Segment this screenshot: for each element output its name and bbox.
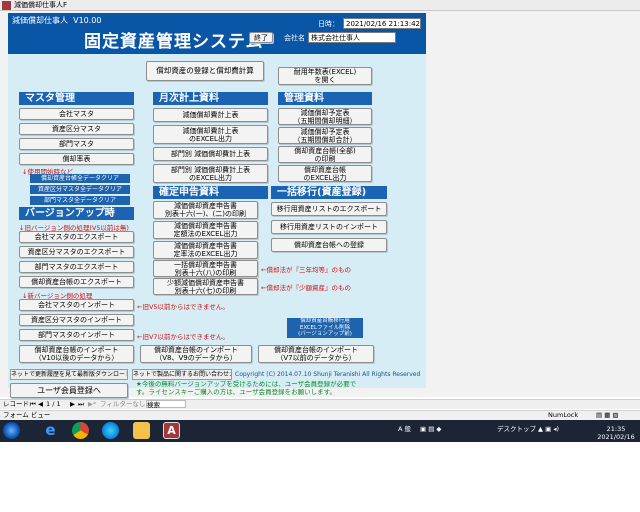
small-asset-tax-form-button[interactable]: 少額減価償却資産申告書 別表十六(七)の印刷 [153,278,258,295]
download-latest-button[interactable]: ネットで更新履歴を見て最新版ダウンロード [10,369,128,380]
tray-icons-2[interactable]: ▲ ▣ ◂) [538,425,559,433]
company-name-field[interactable]: 株式会社仕事人 [308,32,396,43]
page-title: 固定資産管理システム [84,32,264,52]
section-monthly: 月次計上資料 [153,92,268,105]
section-management: 管理資料 [278,92,372,105]
note-v7: ←旧V7以前からはできません。 [137,333,229,341]
migration-export-button[interactable]: 移行用資産リストのエクスポート [271,202,387,216]
edge-icon[interactable] [102,422,119,439]
record-position[interactable]: 1 / 1 [46,400,61,409]
schedule-detail-button[interactable]: 減価償却予定表 （五期間償却明細） [278,108,372,125]
ime-indicator[interactable]: A 般 [398,425,411,433]
tax-straight-line-excel-button[interactable]: 減価償却資産申告書 定額法のEXCEL出力 [153,221,258,239]
window-title: 減価償却仕事人F [14,1,68,9]
first-record-icon[interactable]: ⏮ [30,400,36,409]
dept-depreciation-excel-button[interactable]: 部門別 減価償却費計上表 のEXCEL出力 [153,164,268,183]
company-master-export-button[interactable]: 会社マスタのエクスポート [19,231,134,243]
depreciation-sheet-button[interactable]: 減価償却費計上表 [153,108,268,122]
datetime-field: 2021/02/16 21:13:42 [343,18,421,29]
clear-department-link[interactable]: 部門マスタ全データクリア [30,196,130,205]
desktop-toolbar[interactable]: デスクトップ [497,425,536,433]
last-record-icon[interactable]: ⏭ [78,400,84,409]
section-upgrade: バージョンアップ時 [19,207,134,220]
app-version: V10.00 [73,16,102,25]
company-label: 会社名 [284,34,305,42]
view-switch-icon[interactable]: ▤ ▦ ▧ [596,411,619,420]
department-export-button[interactable]: 部門マスタのエクスポート [19,261,134,273]
explorer-icon[interactable] [133,422,150,439]
section-tax-return: 確定申告資料 [153,186,268,199]
copyright-text: Copyright (C) 2014.07.10 Shunji Teranish… [235,371,421,378]
access-icon[interactable]: A [163,422,180,439]
clear-asset-class-link[interactable]: 資産区分マスタ全データクリア [30,185,130,194]
tax-declining-excel-button[interactable]: 減価償却資産申告書 定率法のEXCEL出力 [153,241,258,259]
asset-register-button[interactable]: 償却資産の登録と償却費計算 [146,61,264,81]
ledger-excel-button[interactable]: 償却資産台帳 のEXCEL出力 [278,165,372,182]
lifespan-table-button[interactable]: 耐用年数表(EXCEL) を開く [278,67,372,85]
app-name: 減価償却仕事人 V10.00 [12,16,102,25]
schedule-total-button[interactable]: 減価償却予定表 （五期間償却合計） [278,127,372,144]
company-master-button[interactable]: 会社マスタ [19,108,134,120]
depreciation-rate-button[interactable]: 償却率表 [19,153,134,165]
user-register-button[interactable]: ユーザ会員登録へ [10,383,128,398]
new-record-icon[interactable]: ▶* [88,400,96,409]
record-label: レコード: [3,400,32,408]
dept-depreciation-sheet-button[interactable]: 部門別 減価償却費計上表 [153,147,268,161]
record-navigation-bar: レコード: ⏮ ◀ 1 / 1 ▶ ⏭ ▶* フィルターなし 検索 [0,399,640,409]
company-master-import-button[interactable]: 会社マスタのインポート [19,299,134,311]
filter-status[interactable]: フィルターなし [100,400,145,409]
depreciation-sheet-excel-button[interactable]: 減価償却費計上表 のEXCEL出力 [153,125,268,144]
lump-sum-tax-form-button[interactable]: 一括償却資産申告書 別表十六(八)の印刷 [153,260,258,277]
ledger-import-v8-button[interactable]: 償却資産台帳のインポート （V8、V9のデータから） [140,345,252,363]
date-label: 日時： [318,20,339,28]
delete-migration-file-link[interactable]: 償却資産台帳移行用 EXCELファイル削除 (バージョンアップ前) [287,318,363,338]
chrome-icon[interactable] [72,422,89,439]
numlock-indicator: NumLock [548,411,579,419]
section-migration: 一括移行(資産登録) [271,186,387,199]
department-import-button[interactable]: 部門マスタのインポート [19,329,134,341]
migration-import-button[interactable]: 移行用資産リストのインポート [271,220,387,234]
ledger-import-v7-button[interactable]: 償却資産台帳のインポート （V7以前のデータから） [258,345,374,363]
asset-class-export-button[interactable]: 資産区分マスタのエクスポート [19,246,134,258]
tax-form-16-print-button[interactable]: 減価償却資産申告書 別表十六(一)、(二)の印刷 [153,201,258,219]
clock[interactable]: 21:35 2021/02/16 [596,425,636,441]
note-small-asset: ←償却法が『少額資産』のもの [261,284,351,292]
note-v5: ←旧V5以前からはできません。 [137,303,229,311]
search-box[interactable]: 検索 [146,400,186,409]
ledger-register-button[interactable]: 償却資産台帳への登録 [271,238,387,252]
department-master-button[interactable]: 部門マスタ [19,138,134,150]
ledger-export-button[interactable]: 償却資産台帳のエクスポート [19,276,134,288]
section-master: マスタ管理 [19,92,134,105]
access-app-window: 減価償却仕事人F 減価償却仕事人 V10.00 固定資産管理システム 終了 日時… [0,0,640,512]
ledger-print-button[interactable]: 償却資産台帳(全部) の印刷 [278,146,372,163]
ie-icon[interactable]: e [42,422,59,439]
next-record-icon[interactable]: ▶ [70,400,75,409]
view-mode-label: フォーム ビュー [3,411,51,419]
asset-class-master-button[interactable]: 資産区分マスタ [19,123,134,135]
start-button-icon[interactable] [3,422,20,439]
asset-class-import-button[interactable]: 資産区分マスタのインポート [19,314,134,326]
status-bar: フォーム ビュー NumLock ▤ ▦ ▧ [0,410,640,420]
register-notice: ★今後の無料バージョンアップを受けるためには、ユーザ会員登録が必要です。ライセン… [136,380,357,396]
note-three-years: ←償却法が『三年均等』のもの [261,266,351,274]
ledger-import-v10-button[interactable]: 償却資産台帳のインポート （V10以後のデータから） [19,345,134,363]
clear-ledger-link[interactable]: 償却資産台帳全データクリア [30,174,130,183]
exit-button[interactable]: 終了 [249,32,273,43]
access-app-icon [2,1,11,10]
window-titlebar: 減価償却仕事人F [0,0,640,11]
tray-icons[interactable]: ▣ ▤ ◆ [420,425,441,433]
inquiry-mail-button[interactable]: ネットで製品に関するお問い合わせメール [132,369,232,380]
prev-record-icon[interactable]: ◀ [38,400,43,409]
